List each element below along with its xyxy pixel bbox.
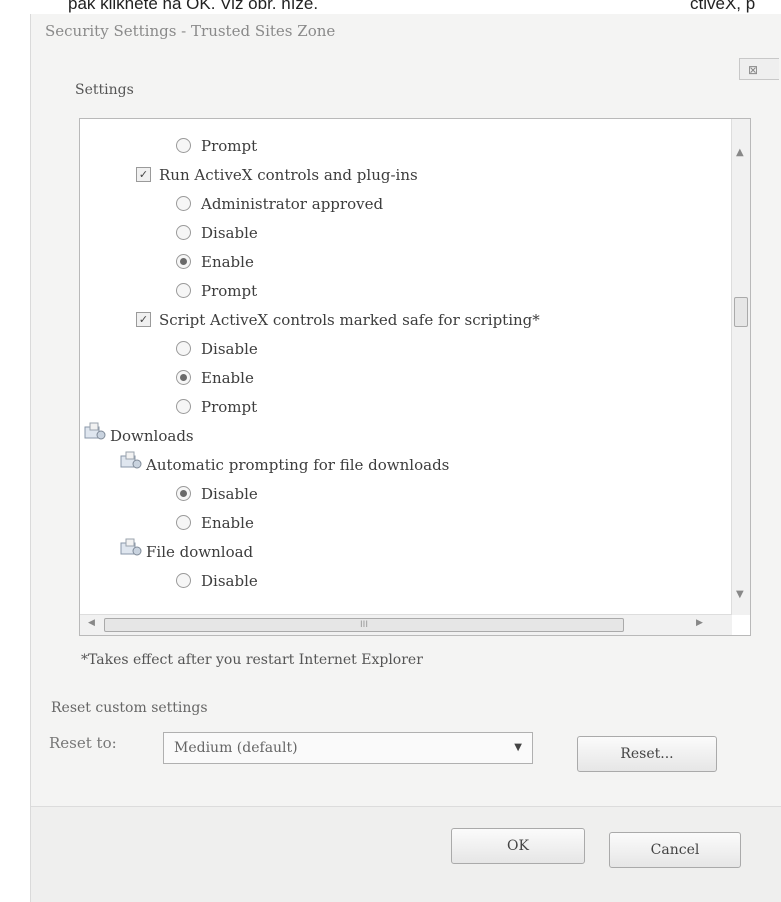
tree-item-label: Prompt	[201, 137, 258, 155]
dialog-title: Security Settings - Trusted Sites Zone	[45, 22, 336, 40]
reset-button[interactable]: Reset...	[577, 736, 717, 772]
radio-unchecked-icon[interactable]	[176, 398, 191, 414]
reset-to-label: Reset to:	[49, 734, 117, 752]
restart-footnote: *Takes effect after you restart Internet…	[81, 652, 423, 668]
tree-item-label: Enable	[201, 369, 254, 387]
radio-option[interactable]: Disable	[176, 336, 258, 362]
tree-item-label: File download	[146, 543, 254, 561]
tree-item-label: Disable	[201, 340, 258, 358]
radio-unchecked-icon[interactable]	[176, 572, 191, 588]
setting-item[interactable]: ✓ Run ActiveX controls and plug-ins	[136, 162, 418, 188]
settings-group-icon	[120, 451, 142, 477]
category-item[interactable]: Automatic prompting for file downloads	[120, 451, 450, 478]
scroll-down-icon[interactable]: ▼	[736, 589, 744, 600]
instruction-caption: pak klikněte na OK. Viz obr. níže.	[68, 0, 319, 13]
instruction-caption-right: ctiveX, p	[690, 0, 756, 13]
tree-item-label: Disable	[201, 224, 258, 242]
radio-option[interactable]: Prompt	[176, 278, 257, 304]
radio-option[interactable]: Disable	[176, 568, 258, 594]
scroll-left-icon[interactable]: ◀	[88, 618, 95, 628]
tree-item-label: Enable	[201, 253, 254, 271]
tree-item-label: Run ActiveX controls and plug-ins	[159, 166, 418, 184]
tree-item-label: Administrator approved	[201, 195, 384, 213]
radio-option[interactable]: Prompt	[176, 133, 257, 159]
radio-checked-icon[interactable]	[176, 369, 191, 385]
radio-checked-icon[interactable]	[176, 253, 191, 269]
radio-option[interactable]: Disable	[176, 481, 258, 507]
radio-unchecked-icon[interactable]	[176, 514, 191, 530]
tree-item-label: Downloads	[110, 427, 194, 445]
radio-unchecked-icon[interactable]	[176, 340, 191, 356]
settings-checkbox-icon: ✓	[136, 311, 151, 327]
radio-option[interactable]: Disable	[176, 220, 258, 246]
radio-option[interactable]: Enable	[176, 365, 254, 391]
category-item[interactable]: Downloads	[84, 422, 194, 449]
settings-checkbox-icon: ✓	[136, 166, 151, 182]
radio-option[interactable]: Enable	[176, 510, 254, 536]
radio-option[interactable]: Prompt	[176, 394, 257, 420]
radio-unchecked-icon[interactable]	[176, 224, 191, 240]
vertical-scroll-thumb[interactable]	[734, 297, 748, 327]
reset-level-value: Medium (default)	[174, 740, 298, 756]
radio-unchecked-icon[interactable]	[176, 195, 191, 211]
close-button[interactable]: ⊠	[739, 58, 779, 80]
tree-item-label: Enable	[201, 514, 254, 532]
cancel-button[interactable]: Cancel	[609, 832, 741, 868]
settings-tree[interactable]: Prompt ✓ Run ActiveX controls and plug-ins…	[79, 118, 751, 636]
tree-item-label: Prompt	[201, 282, 258, 300]
tree-item-label: Prompt	[201, 398, 258, 416]
scroll-up-icon[interactable]: ▲	[736, 147, 744, 158]
tree-item-label: Automatic prompting for file downloads	[146, 456, 450, 474]
scroll-grip: III	[360, 620, 368, 630]
radio-checked-icon[interactable]	[176, 485, 191, 501]
dropdown-arrow-icon[interactable]: ▼	[514, 733, 522, 763]
setting-item[interactable]: ✓ Script ActiveX controls marked safe for…	[136, 307, 540, 333]
tree-item-label: Script ActiveX controls marked safe for …	[159, 311, 540, 329]
radio-unchecked-icon[interactable]	[176, 282, 191, 298]
radio-unchecked-icon[interactable]	[176, 137, 191, 153]
vertical-scrollbar[interactable]: ▲ ▼	[731, 119, 750, 615]
scroll-right-icon[interactable]: ▶	[696, 618, 703, 628]
security-settings-dialog: Security Settings - Trusted Sites Zone ⊠…	[30, 14, 781, 902]
tree-item-label: Disable	[201, 485, 258, 503]
settings-group-icon	[84, 422, 106, 448]
category-item[interactable]: File download	[120, 538, 254, 565]
radio-option[interactable]: Administrator approved	[176, 191, 383, 217]
tree-item-label: Disable	[201, 572, 258, 590]
ok-button[interactable]: OK	[451, 828, 585, 864]
horizontal-scroll-thumb[interactable]: III	[104, 618, 624, 632]
settings-group-label: Settings	[75, 82, 134, 98]
radio-option[interactable]: Enable	[176, 249, 254, 275]
reset-section-label: Reset custom settings	[51, 700, 208, 716]
reset-level-select[interactable]: Medium (default) ▼	[163, 732, 533, 764]
settings-group-icon	[120, 538, 142, 564]
horizontal-scrollbar[interactable]: ◀ III ▶	[80, 614, 732, 635]
close-icon: ⊠	[748, 63, 759, 77]
